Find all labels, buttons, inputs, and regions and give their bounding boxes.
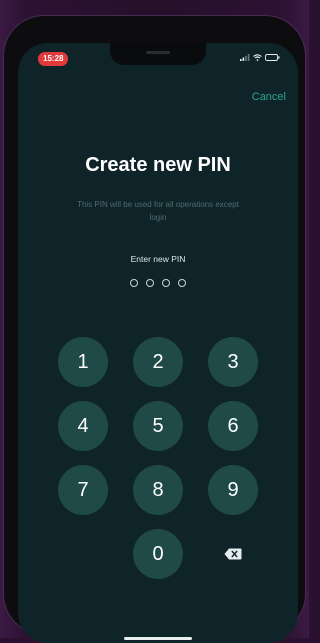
key-7[interactable]: 7: [58, 465, 108, 515]
key-1[interactable]: 1: [58, 337, 108, 387]
key-9[interactable]: 9: [208, 465, 258, 515]
phone-screen: 15:28 Cancel Create new PIN This PIN wil…: [18, 43, 298, 643]
battery-icon: [265, 54, 280, 61]
key-8[interactable]: 8: [133, 465, 183, 515]
pin-dot: [162, 279, 170, 287]
pin-label: Enter new PIN: [130, 254, 186, 264]
speaker-grille: [146, 51, 170, 54]
signal-icon: [240, 54, 250, 61]
status-icons: [240, 54, 280, 61]
home-indicator[interactable]: [124, 637, 192, 640]
pin-dot: [146, 279, 154, 287]
key-2[interactable]: 2: [133, 337, 183, 387]
cancel-button[interactable]: Cancel: [252, 91, 286, 103]
page-subtitle: This PIN will be used for all operations…: [77, 200, 239, 222]
notch: [110, 43, 206, 65]
key-5[interactable]: 5: [133, 401, 183, 451]
backspace-icon[interactable]: [224, 548, 242, 560]
wifi-icon: [253, 54, 262, 61]
pin-indicator: [18, 279, 298, 287]
key-6[interactable]: 6: [208, 401, 258, 451]
status-time: 15:28: [38, 52, 69, 66]
phone-device: 15:28 Cancel Create new PIN This PIN wil…: [4, 16, 305, 643]
pin-dot: [178, 279, 186, 287]
key-4[interactable]: 4: [58, 401, 108, 451]
outer-frame: 15:28 Cancel Create new PIN This PIN wil…: [0, 0, 309, 643]
pin-dot: [130, 279, 138, 287]
page-title: Create new PIN: [85, 154, 231, 176]
key-3[interactable]: 3: [208, 337, 258, 387]
key-0[interactable]: 0: [133, 529, 183, 579]
